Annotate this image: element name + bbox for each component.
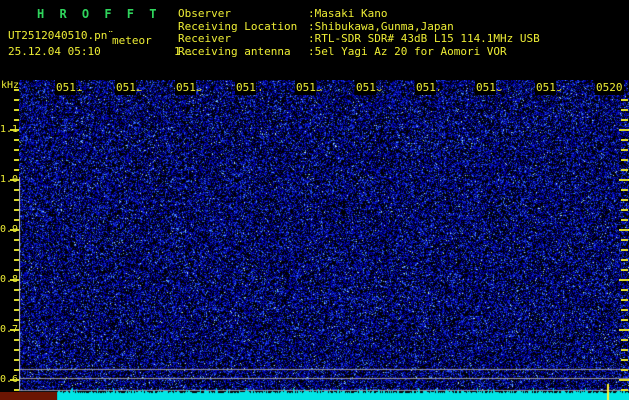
time-label-last-digit: 7 <box>435 81 443 94</box>
time-label-head: 052 <box>595 80 616 95</box>
time-label-head: 051 <box>415 80 436 95</box>
time-label-last-digit: 3 <box>195 81 203 94</box>
time-tick-label: 0512 <box>115 80 143 95</box>
time-label-last-digit: 0 <box>615 80 624 95</box>
freq-tick-label: 0.7 <box>0 324 19 335</box>
time-tick-label: 0511 <box>55 80 83 95</box>
time-label-last-digit: 6 <box>375 81 383 94</box>
time-tick-label: 0514 <box>235 80 263 95</box>
time-label-head: 051 <box>295 80 316 95</box>
time-tick-label: 0516 <box>355 80 383 95</box>
time-label-last-digit: 1 <box>75 81 83 94</box>
hrofft-window: H R O F F T UT2512040510.pn¨ meteor 25.1… <box>0 0 629 400</box>
time-label-head: 051 <box>175 80 196 95</box>
time-tick-label: 0520 <box>595 80 624 95</box>
time-label-head: 051 <box>355 80 376 95</box>
time-label-last-digit: 5 <box>315 81 323 94</box>
time-label-head: 051 <box>475 80 496 95</box>
freq-tick-label: 1.0 <box>0 174 19 185</box>
time-label-head: 051 <box>535 80 556 95</box>
time-label-last-digit: 4 <box>255 81 263 94</box>
time-label-last-digit: 2 <box>135 81 143 94</box>
freq-tick-label: 0.8 <box>0 274 19 285</box>
time-label-last-digit: 9 <box>555 81 563 94</box>
time-tick-label: 0518 <box>475 80 503 95</box>
time-label-head: 051 <box>235 80 256 95</box>
time-tick-label: 0515 <box>295 80 323 95</box>
time-tick-label: 0519 <box>535 80 563 95</box>
time-label-last-digit: 8 <box>495 81 503 94</box>
freq-tick-label: 0.9 <box>0 224 19 235</box>
time-tick-label: 0517 <box>415 80 443 95</box>
freq-tick-label: 0.6 <box>0 374 19 385</box>
time-label-head: 051 <box>55 80 76 95</box>
time-axis-labels: 0511 0512 0513 0514 0515 0516 0517 0518 0519 0520 <box>0 0 629 130</box>
time-label-head: 051 <box>115 80 136 95</box>
time-tick-label: 0513 <box>175 80 203 95</box>
